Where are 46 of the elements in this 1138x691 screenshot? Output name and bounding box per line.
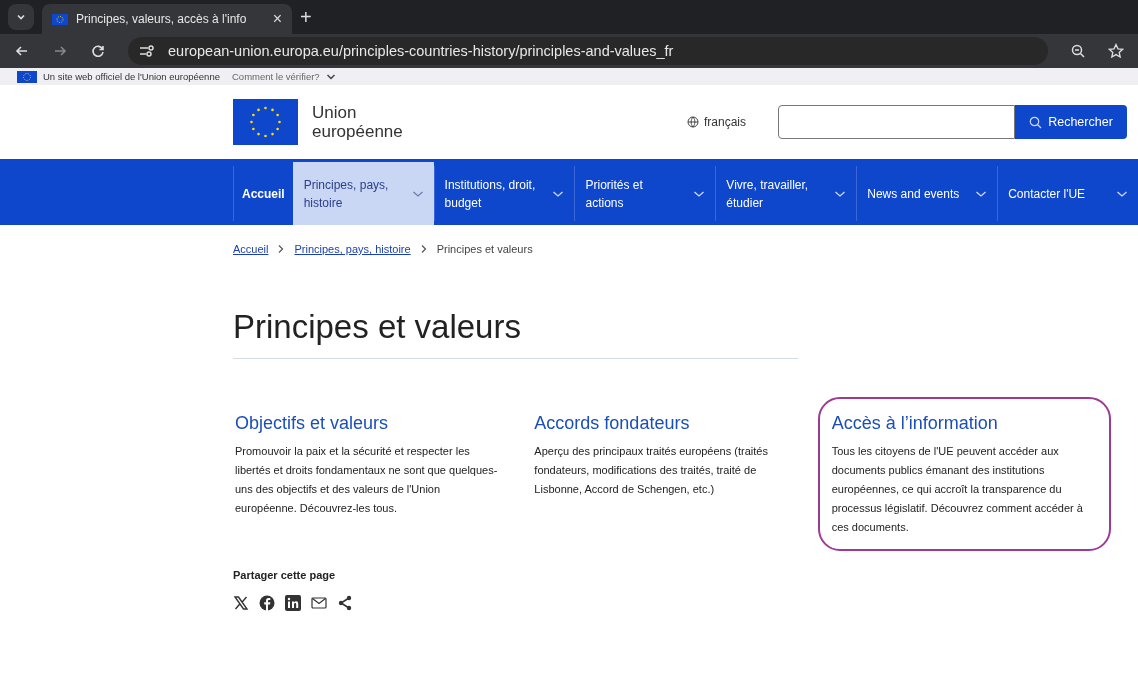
nav-menu-item[interactable]: Principes, pays, histoire (292, 162, 434, 225)
verify-link[interactable]: Comment le vérifier? (232, 71, 320, 82)
browser-tab[interactable]: Principes, valeurs, accès à l'info × (42, 4, 292, 34)
card-title-link[interactable]: Objectifs et valeurs (235, 413, 389, 434)
nav-menu-item[interactable]: News and events (856, 166, 998, 221)
new-tab-button[interactable]: + (300, 6, 312, 29)
tab-list-button[interactable] (8, 4, 34, 30)
page-title: Principes et valeurs (233, 308, 522, 346)
nav-menu-item[interactable]: Accueil (233, 166, 293, 221)
site-logo-text: Union européenne (312, 103, 403, 141)
close-tab-button[interactable]: × (272, 10, 282, 28)
search-icon (1029, 115, 1043, 129)
eu-flag-logo[interactable] (233, 99, 298, 145)
card-description: Tous les citoyens de l'UE peuvent accéder aux documents publics émanant des institutions européennes, ce qui accroît la transparence du processus législatif. Découvrez comment accéder à ces documents. (831, 444, 1084, 535)
address-bar[interactable]: european-union.europa.eu/principles-countries-history/principles-and-values_fr (128, 37, 1048, 65)
card-title-link[interactable]: Accès à l’information (831, 413, 998, 434)
card-title-link[interactable]: Accords fondateurs (534, 413, 690, 434)
breadcrumb-current: Principes et valeurs (436, 243, 533, 255)
language-selector[interactable]: français (686, 115, 746, 129)
caret-icon (325, 72, 336, 81)
share-label: Partager cette page (233, 569, 337, 581)
card-description: Promouvoir la paix et la sécurité et respecter les libertés et droits fondamentaux ne sont que quelques-uns des objectifs et des valeurs de l'Union européenne. Découvrez-les tous. (235, 444, 499, 516)
nav-menu-item[interactable]: Contacter l'UE (997, 166, 1138, 221)
bookmark-star-icon[interactable] (1108, 43, 1124, 59)
official-site-notice: Un site web officiel de l'Union européenne (43, 71, 220, 82)
breadcrumb-link[interactable]: Accueil (233, 243, 269, 255)
flag-icon (17, 70, 37, 83)
reload-icon[interactable] (90, 43, 106, 59)
x-logo-icon[interactable] (233, 595, 249, 611)
nav-menu-item[interactable]: Priorités et actions (574, 166, 716, 221)
card-description: Aperçu des principaux traités européens (traités fondateurs, modifications des traités, traité de Lisbonne, Accord de Schengen, etc.) (534, 444, 769, 497)
breadcrumb-link[interactable]: Principes, pays, histoire (294, 243, 411, 255)
nav-menu-item[interactable]: Vivre, travailler, étudier (715, 166, 857, 221)
site-settings-icon[interactable] (138, 44, 156, 58)
email-icon[interactable] (311, 597, 327, 609)
globe-icon (686, 116, 699, 128)
tab-title: Principes, valeurs, accès à l'info (76, 12, 248, 26)
search-button[interactable]: Rechercher (1015, 105, 1127, 139)
share-icon[interactable] (337, 595, 353, 611)
zoom-icon[interactable] (1070, 43, 1086, 59)
flag-icon (52, 13, 68, 25)
facebook-icon[interactable] (259, 595, 275, 611)
caret-icon (16, 12, 26, 22)
search-field[interactable] (778, 105, 1015, 139)
nav-menu-item[interactable]: Institutions, droit, budget (433, 166, 575, 221)
linkedin-icon[interactable] (285, 595, 301, 611)
